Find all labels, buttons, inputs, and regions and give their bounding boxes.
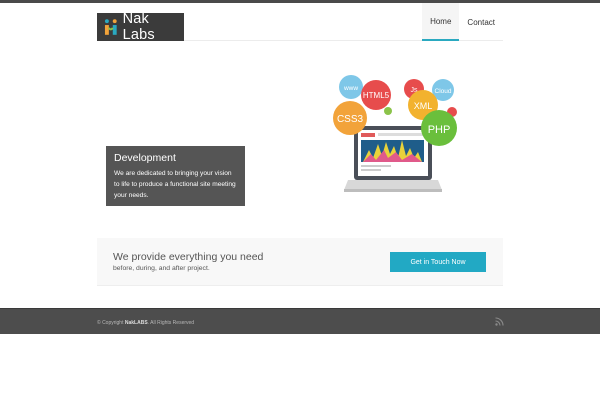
hero-title: Development [114, 152, 176, 164]
site-logo[interactable]: Nak Labs [97, 11, 184, 43]
bubble-xml: XML [414, 101, 433, 111]
logo-text: Nak Labs [122, 11, 155, 43]
hero-text: We are dedicated to bringing your vision… [114, 170, 236, 199]
bubble-css3: CSS3 [337, 114, 364, 125]
site-footer: © Copyright NakLABS. All Rights Reserved [0, 308, 600, 334]
copyright-text: © Copyright NakLABS. All Rights Reserved [97, 320, 194, 326]
call-to-action-bar: We provide everything you need before, d… [97, 238, 503, 286]
cta-subtitle: before, during, and after project. [113, 265, 210, 272]
rss-icon[interactable] [495, 317, 504, 326]
main-nav: Home Contact [422, 3, 503, 41]
get-in-touch-button[interactable]: Get in Touch Now [390, 252, 486, 272]
hero-caption: Development We are dedicated to bringing… [106, 146, 245, 206]
logo-mark-icon [104, 19, 117, 35]
copyright-prefix: © Copyright [97, 320, 124, 326]
development-illustration: www HTML5 Js Cloud CSS3 XML PHP [333, 75, 457, 192]
bubble-html5: HTML5 [363, 91, 390, 100]
bubble-www: www [343, 85, 358, 92]
copyright-brand[interactable]: NakLABS [125, 320, 148, 326]
bubble-cloud: Cloud [435, 88, 452, 95]
site-header: Nak Labs Home Contact [97, 3, 503, 43]
nav-home[interactable]: Home [422, 3, 460, 41]
cta-title: We provide everything you need [113, 251, 264, 263]
copyright-suffix: . All Rights Reserved [147, 320, 195, 326]
bubble-php: PHP [428, 124, 451, 136]
nav-contact[interactable]: Contact [459, 3, 503, 41]
